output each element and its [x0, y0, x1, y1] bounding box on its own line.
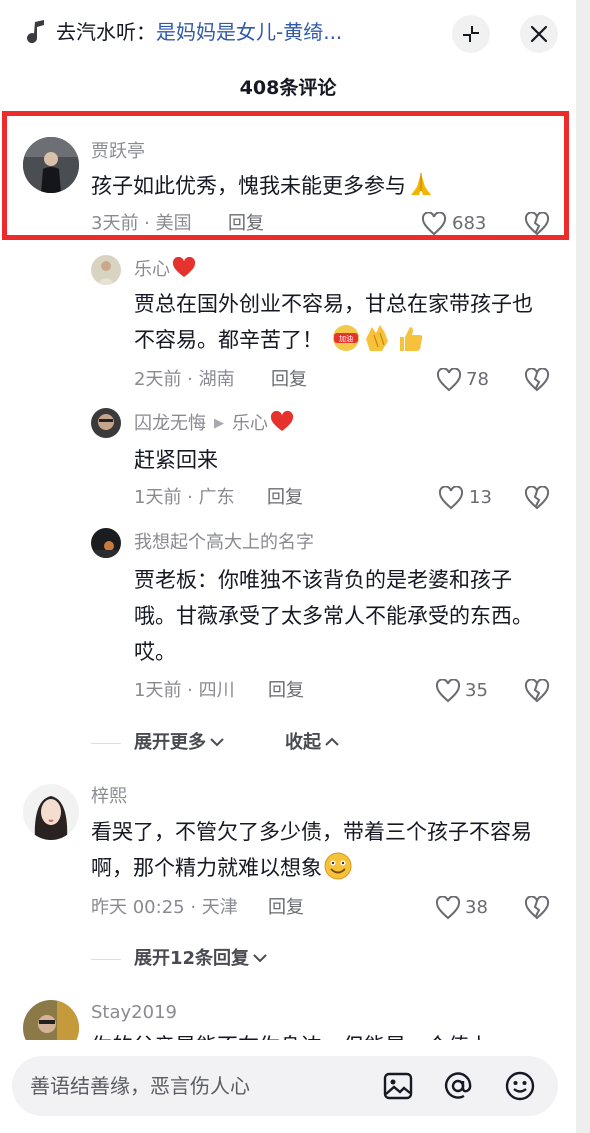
chevron-down-icon	[253, 954, 267, 963]
reply-button[interactable]: 回复	[268, 896, 304, 920]
thumbs-up-emoji-icon	[399, 327, 422, 351]
comment-author[interactable]: 贾跃亭	[91, 140, 145, 164]
input-placeholder: 善语结善缘，恶言伤人心	[30, 1074, 250, 1098]
collapse-button[interactable]	[452, 15, 490, 53]
avatar-image	[91, 255, 121, 285]
avatar[interactable]	[23, 137, 79, 193]
reply-button[interactable]: 回复	[228, 212, 264, 236]
dislike-heart-icon[interactable]	[524, 486, 550, 510]
avatar[interactable]	[91, 528, 121, 558]
comment-text: 看哭了，不管欠了多少债，带着三个孩子不容易啊，那个精力就难以想象	[91, 820, 532, 880]
expand-replies-button[interactable]: 展开12条回复	[134, 947, 268, 971]
comments-count: 408条评论	[239, 77, 337, 99]
like-count: 38	[465, 897, 488, 918]
like-count: 35	[465, 680, 488, 701]
svg-text:加油: 加油	[339, 334, 353, 343]
avatar-image	[91, 528, 121, 558]
like-count: 683	[452, 213, 487, 234]
comment-text: 贾总在国外创业不容易，甘总在家带孩子也不容易。都辛苦了！ 加油	[134, 292, 533, 352]
reply-button[interactable]: 回复	[268, 679, 304, 703]
chevron-down-icon	[210, 738, 224, 747]
comment-author[interactable]: 我想起个高大上的名字	[134, 531, 314, 555]
heart-icon[interactable]	[435, 896, 461, 920]
reply-arrow-icon: ▶	[214, 416, 224, 431]
expand-more-button[interactable]: 展开更多	[134, 731, 225, 755]
comment-text: 贾老板：你唯独不该背负的是老婆和孩子哦。甘薇承受了太多常人不能承受的东西。哎。	[134, 568, 533, 664]
music-link[interactable]: 去汽水听：是妈妈是女儿-黄绮...	[56, 18, 342, 46]
comment-input[interactable]: 善语结善缘，恶言伤人心	[12, 1056, 558, 1116]
comment-author[interactable]: Stay2019	[91, 1001, 177, 1025]
dislike-heart-icon[interactable]	[524, 368, 550, 392]
song-title[interactable]: 是妈妈是女儿-黄绮...	[156, 20, 342, 44]
divider-line	[91, 959, 121, 960]
close-icon	[530, 25, 548, 43]
emoji-icon[interactable]	[504, 1070, 536, 1102]
chevron-up-icon	[325, 737, 339, 746]
listen-prefix: 去汽水听：	[56, 20, 156, 44]
top-bar: 去汽水听：是妈妈是女儿-黄绮...	[0, 0, 576, 68]
collapse-icon	[463, 26, 479, 42]
comment-author[interactable]: 乐心	[134, 257, 196, 282]
comment-author[interactable]: 囚龙无悔 ▶ 乐心	[134, 411, 294, 436]
heart-icon[interactable]	[438, 486, 464, 510]
avatar[interactable]	[23, 784, 79, 840]
like-count: 13	[469, 487, 492, 508]
comment-input-bar: 善语结善缘，恶言伤人心	[0, 1040, 576, 1133]
heart-icon[interactable]	[421, 212, 447, 236]
smile-emoji-icon	[324, 852, 352, 880]
image-icon[interactable]	[382, 1070, 414, 1102]
dislike-heart-icon[interactable]	[524, 212, 550, 236]
collapse-replies-button[interactable]: 收起	[285, 731, 340, 755]
avatar-image	[91, 408, 121, 438]
reply-to-user[interactable]: 乐心	[232, 413, 268, 434]
red-heart-emoji-icon	[270, 411, 294, 431]
comment-text: 孩子如此优秀，愧我未能更多参与	[91, 168, 551, 204]
scroll-edge	[576, 0, 590, 1133]
reply-button[interactable]: 回复	[267, 486, 303, 510]
clap-emoji-icon	[365, 325, 388, 351]
comment-text: 赶紧回来	[134, 448, 218, 472]
avatar[interactable]	[91, 408, 121, 438]
comment-time-location: 2天前 · 湖南	[134, 369, 235, 390]
cheer-emoji-icon: 加油	[332, 325, 359, 351]
avatar[interactable]	[91, 255, 121, 285]
reply-button[interactable]: 回复	[271, 368, 307, 392]
avatar-image	[23, 137, 79, 193]
mention-icon[interactable]	[442, 1070, 474, 1102]
comment-time-location: 昨天 00:25 · 天津	[91, 897, 238, 918]
comment-time-location: 3天前 · 美国	[91, 213, 192, 234]
dislike-heart-icon[interactable]	[524, 679, 550, 703]
heart-icon[interactable]	[435, 679, 461, 703]
divider-line	[91, 743, 121, 744]
pray-emoji-icon	[411, 173, 431, 195]
heart-icon[interactable]	[436, 368, 462, 392]
comment-author[interactable]: 梓熙	[91, 785, 127, 809]
close-button[interactable]	[520, 15, 558, 53]
comment-time-location: 1天前 · 广东	[134, 487, 235, 508]
like-count: 78	[466, 369, 489, 390]
comment-time-location: 1天前 · 四川	[134, 680, 235, 701]
music-note-icon	[27, 20, 44, 44]
avatar-image	[23, 784, 79, 840]
red-heart-emoji-icon	[172, 257, 196, 277]
dislike-heart-icon[interactable]	[524, 896, 550, 920]
